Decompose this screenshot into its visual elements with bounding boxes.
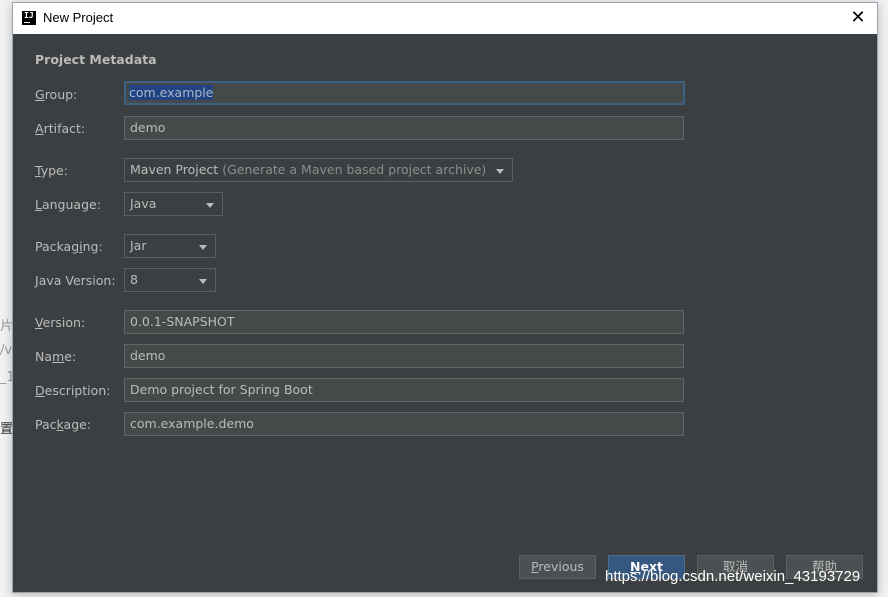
java-version-select-value: 8 xyxy=(130,272,138,287)
java-version-select[interactable]: 8 xyxy=(124,268,216,292)
dropdown-arrow-icon xyxy=(206,203,214,208)
close-button[interactable]: ✕ xyxy=(845,6,871,30)
background-text-fragment: /v xyxy=(0,343,13,358)
dropdown-arrow-icon xyxy=(199,279,207,284)
type-label: Type: xyxy=(35,163,68,178)
window-title: New Project xyxy=(43,10,114,25)
type-select[interactable]: Maven Project (Generate a Maven based pr… xyxy=(124,158,513,182)
description-input[interactable]: Demo project for Spring Boot xyxy=(124,378,684,402)
group-label: Group: xyxy=(35,87,78,102)
language-label: Language: xyxy=(35,197,101,212)
group-input-value: com.example xyxy=(129,85,214,100)
dropdown-arrow-icon xyxy=(199,245,207,250)
group-input[interactable]: com.example xyxy=(124,81,685,105)
language-select[interactable]: Java xyxy=(124,192,223,216)
packaging-select-value: Jar xyxy=(130,238,147,253)
type-select-value: Maven Project xyxy=(130,162,219,177)
packaging-select[interactable]: Jar xyxy=(124,234,216,258)
section-title: Project Metadata xyxy=(35,52,157,67)
previous-button[interactable]: Previous xyxy=(519,555,596,579)
name-input[interactable]: demo xyxy=(124,344,684,368)
watermark-url: https://blog.csdn.net/weixin_43193729 xyxy=(605,568,861,585)
package-label: Package: xyxy=(35,417,92,432)
type-select-hint: (Generate a Maven based project archive) xyxy=(222,162,487,177)
intellij-app-icon: IJ xyxy=(22,11,36,25)
dialog-content: Project Metadata Group: com.example Arti… xyxy=(13,34,877,592)
packaging-label: Packaging: xyxy=(35,239,103,254)
artifact-label: Artifact: xyxy=(35,121,86,136)
new-project-dialog: IJ New Project ✕ Project Metadata Group:… xyxy=(12,2,878,593)
artifact-input[interactable]: demo xyxy=(124,116,684,140)
title-bar[interactable]: IJ New Project ✕ xyxy=(13,3,877,34)
name-label: Name: xyxy=(35,349,77,364)
version-input[interactable]: 0.0.1-SNAPSHOT xyxy=(124,310,684,334)
package-input[interactable]: com.example.demo xyxy=(124,412,684,436)
java-version-label: Java Version: xyxy=(35,273,116,288)
language-select-value: Java xyxy=(130,196,157,211)
description-label: Description: xyxy=(35,383,111,398)
version-label: Version: xyxy=(35,315,86,330)
dropdown-arrow-icon xyxy=(496,169,504,174)
